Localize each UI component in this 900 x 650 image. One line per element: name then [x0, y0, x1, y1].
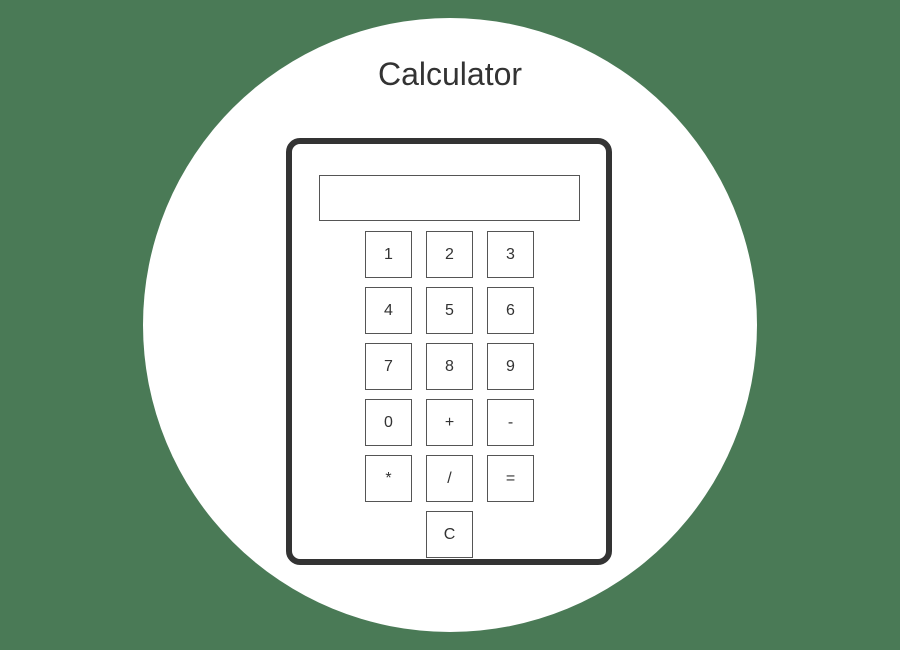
equals-button[interactable]: = [487, 455, 534, 502]
key-7-button[interactable]: 7 [365, 343, 412, 390]
plus-button[interactable]: + [426, 399, 473, 446]
multiply-button[interactable]: * [365, 455, 412, 502]
calculator-display [319, 175, 580, 221]
key-0-button[interactable]: 0 [365, 399, 412, 446]
key-2-button[interactable]: 2 [426, 231, 473, 278]
key-3-button[interactable]: 3 [487, 231, 534, 278]
clear-button[interactable]: C [426, 511, 473, 558]
key-1-button[interactable]: 1 [365, 231, 412, 278]
key-9-button[interactable]: 9 [487, 343, 534, 390]
page-title: Calculator [377, 56, 523, 92]
divide-button[interactable]: / [426, 455, 473, 502]
key-8-button[interactable]: 8 [426, 343, 473, 390]
minus-button[interactable]: - [487, 399, 534, 446]
key-6-button[interactable]: 6 [487, 287, 534, 334]
key-4-button[interactable]: 4 [365, 287, 412, 334]
key-5-button[interactable]: 5 [426, 287, 473, 334]
